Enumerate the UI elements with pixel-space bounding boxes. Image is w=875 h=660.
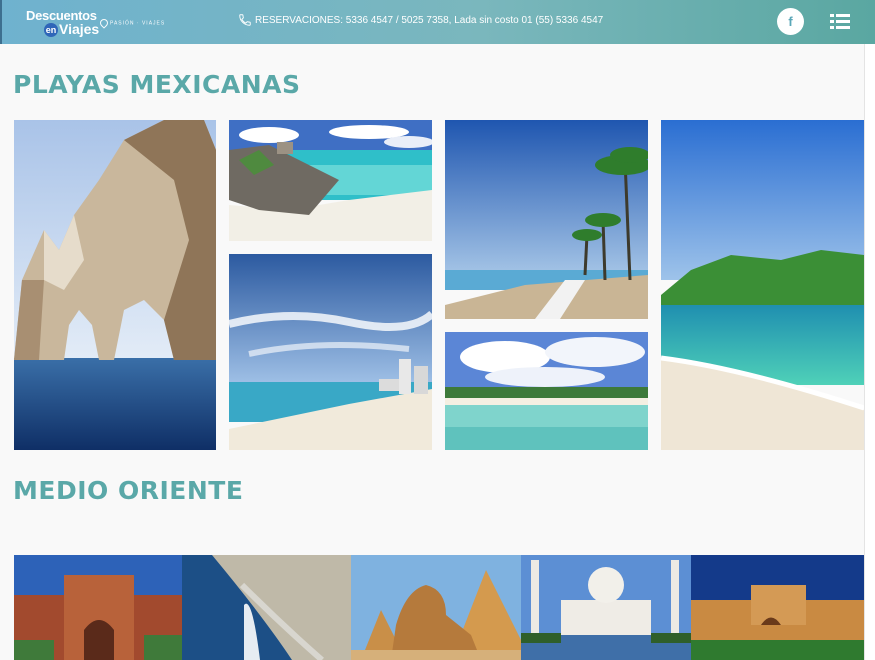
taj-mahal-photo[interactable]: [521, 555, 691, 660]
site-logo[interactable]: Descuentos en Viajes PASIÓN · VIAJES: [22, 6, 182, 38]
tulum-beach-photo[interactable]: [229, 120, 432, 241]
huatulco-bay-photo[interactable]: [661, 120, 864, 450]
phone-icon: [239, 14, 251, 26]
facebook-icon[interactable]: f: [777, 8, 804, 35]
cancun-hotel-zone-image: [229, 254, 432, 450]
tulum-beach-image: [229, 120, 432, 241]
menu-icon[interactable]: [830, 14, 850, 30]
site-header: Descuentos en Viajes PASIÓN · VIAJES RESE…: [0, 0, 875, 44]
logo-viajes-word: Viajes: [59, 21, 100, 37]
huatulco-bay-image: [661, 120, 864, 450]
logo-tagline-text: PASIÓN · VIAJES: [110, 20, 166, 27]
puerto-vallarta-boardwalk-image: [445, 120, 648, 319]
los-cabos-arch-photo[interactable]: [14, 120, 216, 450]
section-title-playas: PLAYAS MEXICANAS: [13, 70, 301, 99]
los-cabos-arch-image: [14, 120, 216, 450]
puerto-vallarta-boardwalk-photo[interactable]: [445, 120, 648, 319]
reservations-info: RESERVACIONES: 5336 4547 / 5025 7358, La…: [238, 13, 603, 27]
dubai-palm-photo[interactable]: [182, 555, 351, 660]
location-pin-icon: [98, 17, 110, 29]
page-edge: [864, 44, 875, 660]
logo-tagline: PASIÓN · VIAJES: [98, 17, 166, 29]
morocco-garden-image: [691, 555, 864, 660]
egypt-sphinx-photo[interactable]: [351, 555, 521, 660]
egypt-sphinx-image: [351, 555, 521, 660]
riviera-maya-image: [445, 332, 648, 450]
dubai-palm-image: [182, 555, 351, 660]
logo-en-badge: en: [44, 23, 58, 38]
cancun-hotel-zone-photo[interactable]: [229, 254, 432, 450]
reservations-text: RESERVACIONES: 5336 4547 / 5025 7358, La…: [255, 14, 604, 26]
logo-text-viajes: en Viajes: [44, 21, 100, 38]
taj-mahal-image: [521, 555, 691, 660]
morocco-garden-photo[interactable]: [691, 555, 864, 660]
section-title-medio-oriente: MEDIO ORIENTE: [13, 476, 244, 505]
morocco-palace-image: [14, 555, 182, 660]
morocco-palace-photo[interactable]: [14, 555, 182, 660]
riviera-maya-photo[interactable]: [445, 332, 648, 450]
